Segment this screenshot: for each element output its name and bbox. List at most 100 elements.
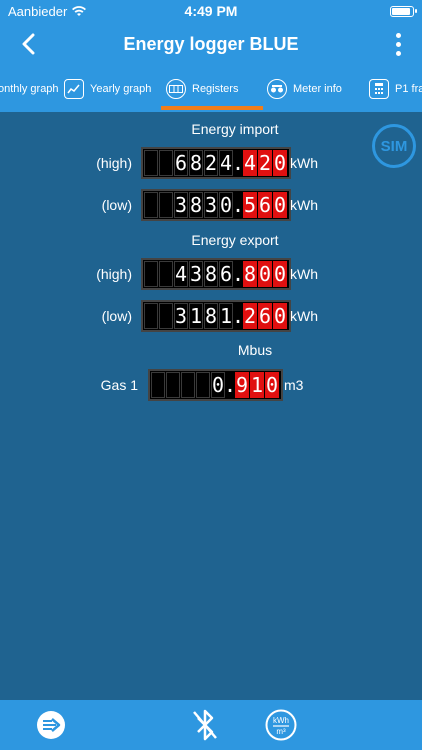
- export-data-button[interactable]: [34, 708, 68, 742]
- dot: [395, 41, 401, 47]
- counter-digit: 4: [174, 261, 188, 287]
- decimal-point: .: [223, 372, 237, 398]
- bluetooth-disabled-icon: [193, 709, 217, 741]
- gas1-counter: 0.910: [148, 369, 283, 401]
- energy-import-title: Energy import: [191, 121, 279, 137]
- counter-decimal-digit: 1: [250, 372, 264, 398]
- tab-p1-frame[interactable]: P1 fra: [369, 66, 422, 112]
- counter-digit: [151, 372, 165, 398]
- tab-label: Meter info: [293, 83, 342, 95]
- counter-digit: [159, 261, 173, 287]
- battery-icon: [390, 5, 417, 17]
- dot: [395, 32, 401, 38]
- counter-digit: [159, 303, 173, 329]
- svg-text:kWh: kWh: [273, 716, 289, 725]
- counter-digit: [159, 150, 173, 176]
- counter-digit: [144, 192, 158, 218]
- tab-meter-info[interactable]: Meter info: [267, 66, 342, 112]
- tab-label: Registers: [192, 83, 239, 95]
- decimal-point: .: [231, 150, 245, 176]
- counter-decimal-digit: 5: [243, 192, 257, 218]
- export-high-unit: kWh: [290, 266, 318, 282]
- counter-digit: [181, 372, 195, 398]
- export-high-label: (high): [96, 266, 132, 282]
- import-high-label: (high): [96, 155, 132, 171]
- import-high-counter: 6824.420: [141, 147, 291, 179]
- counter-digit: [144, 303, 158, 329]
- counter-decimal-digit: 0: [273, 150, 287, 176]
- counter-digit: 0: [211, 372, 225, 398]
- active-tab-indicator: [161, 106, 263, 110]
- nav-bar: Energy logger BLUE: [0, 22, 422, 66]
- decimal-point: .: [231, 303, 245, 329]
- carrier-label: Aanbieder: [8, 3, 68, 19]
- counter-digit: 3: [174, 303, 188, 329]
- page-title: Energy logger BLUE: [123, 33, 299, 54]
- status-bar: Aanbieder 4:49 PM: [0, 0, 422, 22]
- counter-digit: 0: [219, 192, 233, 218]
- counter-digit: 3: [174, 192, 188, 218]
- counter-digit: 6: [219, 261, 233, 287]
- counter-decimal-digit: 0: [258, 261, 272, 287]
- tab-label: P1 fra: [395, 83, 422, 95]
- counter-decimal-digit: 9: [235, 372, 249, 398]
- counter-digit: [144, 261, 158, 287]
- decimal-point: .: [231, 261, 245, 287]
- import-high-unit: kWh: [290, 155, 318, 171]
- counter-digit: 1: [189, 303, 203, 329]
- import-low-label: (low): [101, 197, 132, 213]
- chart-icon: [64, 79, 84, 99]
- svg-text:m³: m³: [276, 727, 286, 736]
- bluetooth-button[interactable]: [188, 708, 222, 742]
- export-low-unit: kWh: [290, 308, 318, 324]
- counter-digit: [144, 150, 158, 176]
- counter-digit: 6: [174, 150, 188, 176]
- energy-export-title: Energy export: [191, 232, 279, 248]
- tab-label: onthly graph: [0, 83, 59, 95]
- counter-digit: [196, 372, 210, 398]
- status-left: Aanbieder: [8, 4, 87, 19]
- kwh-m3-icon: kWh m³: [265, 709, 297, 741]
- chevron-left-icon: [22, 33, 35, 55]
- counter-decimal-digit: 0: [265, 372, 279, 398]
- counter-decimal-digit: 0: [273, 261, 287, 287]
- counter-digit: 4: [219, 150, 233, 176]
- import-low-counter: 3830.560: [141, 189, 291, 221]
- gas1-unit: m3: [284, 377, 304, 393]
- bottom-toolbar: kWh m³: [0, 700, 422, 750]
- counter-decimal-digit: 6: [258, 303, 272, 329]
- counter-digit: 3: [204, 192, 218, 218]
- counter-decimal-digit: 2: [243, 303, 257, 329]
- counter-digit: 8: [204, 303, 218, 329]
- calculator-icon: [369, 79, 389, 99]
- counter-decimal-digit: 8: [243, 261, 257, 287]
- export-low-label: (low): [101, 308, 132, 324]
- counter-digit: 8: [189, 150, 203, 176]
- counter-digit: 8: [189, 192, 203, 218]
- import-low-unit: kWh: [290, 197, 318, 213]
- tab-label: Yearly graph: [90, 83, 152, 95]
- counter-digit: 3: [189, 261, 203, 287]
- tab-yearly-graph[interactable]: Yearly graph: [64, 66, 151, 112]
- counter-digit: [166, 372, 180, 398]
- counter-digit: [159, 192, 173, 218]
- more-menu-button[interactable]: [392, 30, 404, 58]
- tab-monthly-graph[interactable]: onthly graph: [0, 66, 59, 112]
- export-low-counter: 3181.260: [141, 300, 291, 332]
- mbus-title: Mbus: [237, 342, 273, 358]
- decimal-point: .: [231, 192, 245, 218]
- sim-badge[interactable]: SIM: [372, 124, 416, 168]
- send-arrow-icon: [37, 711, 65, 739]
- dot: [395, 50, 401, 56]
- back-button[interactable]: [14, 30, 42, 58]
- counter-digit: 2: [204, 150, 218, 176]
- counter-decimal-digit: 4: [243, 150, 257, 176]
- register-counter-icon: [166, 79, 186, 99]
- counter-decimal-digit: 0: [273, 303, 287, 329]
- units-button[interactable]: kWh m³: [264, 708, 298, 742]
- counter-digit: 8: [204, 261, 218, 287]
- counter-digit: 1: [219, 303, 233, 329]
- gas1-label: Gas 1: [100, 377, 138, 393]
- counter-decimal-digit: 6: [258, 192, 272, 218]
- wifi-icon: [72, 6, 87, 16]
